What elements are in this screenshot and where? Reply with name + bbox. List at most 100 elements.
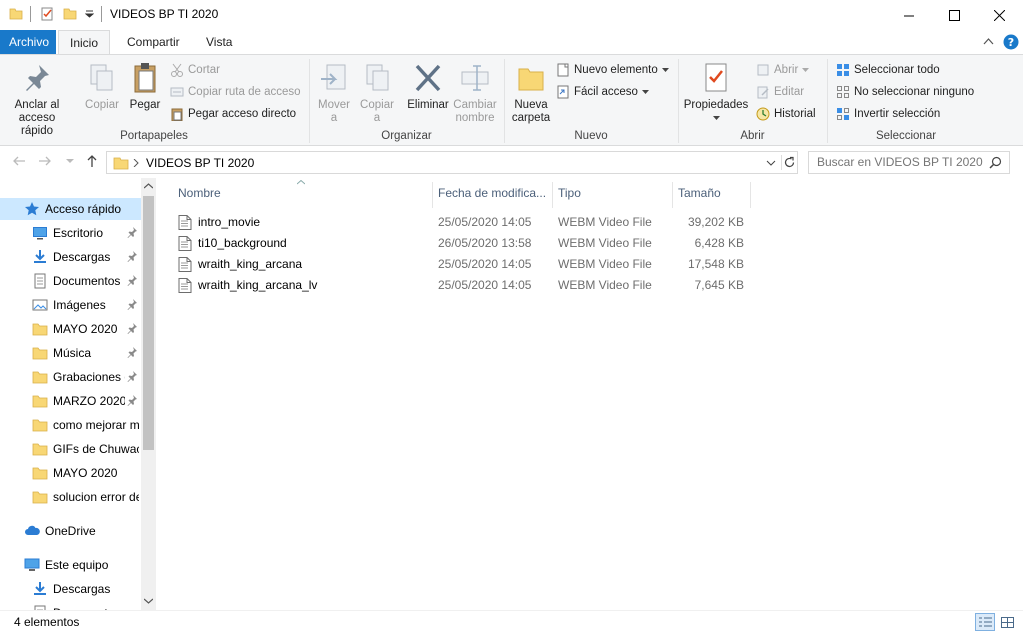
address-bar[interactable]: VIDEOS BP TI 2020	[106, 151, 798, 174]
nav-scrollbar[interactable]	[141, 178, 156, 610]
forward-arrow-icon[interactable]	[38, 155, 52, 167]
new-folder-label-1: Nueva	[514, 99, 548, 111]
rename-button[interactable]: Cambiar nombre	[452, 61, 498, 125]
collapse-ribbon-icon[interactable]	[983, 37, 994, 45]
nav-item[interactable]: GIFs de Chuwaca	[0, 438, 141, 460]
help-icon[interactable]: ?	[1003, 34, 1019, 50]
scroll-up-icon[interactable]	[144, 183, 153, 189]
scroll-down-icon[interactable]	[144, 598, 153, 604]
customize-qat-icon[interactable]	[85, 10, 94, 18]
file-size: 7,645 KB	[694, 278, 744, 292]
chevron-down-icon	[712, 116, 720, 120]
column-header-name[interactable]: Nombre	[172, 184, 432, 206]
new-item-button[interactable]: Nuevo elemento	[556, 60, 669, 80]
column-header-type[interactable]: Tipo	[552, 184, 672, 206]
cut-label: Cortar	[188, 64, 220, 76]
nav-item[interactable]: solucion error de	[0, 486, 141, 508]
column-divider[interactable]	[750, 182, 751, 208]
nav-scroll-thumb[interactable]	[143, 196, 154, 450]
up-arrow-icon[interactable]	[86, 154, 98, 168]
pin-quick-access-button[interactable]: Anclar al acceso rápido	[6, 61, 68, 138]
search-icon[interactable]	[989, 156, 1002, 169]
nav-item[interactable]: Descargas	[0, 246, 141, 268]
cut-button[interactable]: Cortar	[170, 60, 220, 80]
cloud-icon	[25, 525, 40, 535]
search-input[interactable]	[817, 155, 987, 169]
refresh-icon[interactable]	[783, 156, 796, 169]
column-header-date[interactable]: Fecha de modifica...	[432, 184, 552, 206]
folder-icon	[9, 8, 23, 20]
large-icons-view-button[interactable]	[997, 613, 1017, 631]
paste-shortcut-button[interactable]: Pegar acceso directo	[170, 104, 296, 124]
invert-selection-icon	[837, 108, 849, 120]
file-row[interactable]: ti10_background 26/05/2020 13:58 WEBM Vide…	[172, 233, 748, 254]
tab-inicio[interactable]: Inicio	[58, 30, 110, 55]
file-type: WEBM Video File	[558, 278, 652, 292]
details-view-button[interactable]	[975, 613, 995, 631]
paste-button[interactable]: Pegar	[126, 61, 164, 112]
ribbon-tabs: Archivo Inicio Compartir Vista ?	[0, 30, 1023, 55]
tab-vista[interactable]: Vista	[197, 30, 241, 54]
copy-button[interactable]: Copiar	[82, 61, 122, 112]
delete-button[interactable]: Eliminar	[404, 61, 452, 112]
video-file-icon	[178, 257, 192, 272]
ribbon: Anclar al acceso rápido Copiar Pegar Cor…	[0, 54, 1023, 146]
address-dropdown-icon[interactable]	[766, 160, 776, 166]
nav-item[interactable]: Música	[0, 342, 141, 364]
nav-item[interactable]: MARZO 2020	[0, 390, 141, 412]
new-folder-quick-icon[interactable]	[63, 6, 77, 20]
folder-icon	[113, 157, 129, 170]
new-folder-button[interactable]: Nueva carpeta	[508, 61, 554, 125]
file-row[interactable]: wraith_king_arcana 25/05/2020 14:05 WEBM V…	[172, 254, 748, 275]
nav-item[interactable]: Documentos	[0, 270, 141, 292]
close-button[interactable]	[976, 0, 1022, 30]
new-item-icon	[557, 63, 569, 77]
nav-item[interactable]: como mejorar mi pc	[0, 414, 141, 436]
minimize-button[interactable]	[886, 0, 932, 30]
back-arrow-icon[interactable]	[12, 155, 26, 167]
chevron-right-icon[interactable]	[133, 159, 139, 167]
file-row[interactable]: intro_movie 25/05/2020 14:05 WEBM Video Fi…	[172, 212, 748, 233]
select-all-button[interactable]: Seleccionar todo	[836, 60, 940, 80]
nav-item[interactable]: Documentos	[0, 602, 141, 610]
move-to-icon	[321, 64, 346, 90]
video-file-icon	[178, 215, 192, 230]
open-button[interactable]: Abrir	[756, 60, 810, 80]
nav-item-label: Escritorio	[53, 226, 104, 240]
nav-item[interactable]: Imágenes	[0, 294, 141, 316]
recent-locations-icon[interactable]	[66, 159, 74, 164]
copy-path-button[interactable]: Copiar ruta de acceso	[170, 82, 301, 102]
file-name: wraith_king_arcana_lv	[198, 278, 318, 292]
invert-selection-button[interactable]: Invertir selección	[836, 104, 940, 124]
address-path[interactable]: VIDEOS BP TI 2020	[146, 156, 254, 170]
nav-item[interactable]: Acceso rápido	[0, 198, 141, 220]
search-box[interactable]	[808, 151, 1010, 174]
properties-button[interactable]: Propiedades	[682, 61, 750, 125]
edit-button[interactable]: Editar	[756, 82, 804, 102]
nav-item-label: solucion error de	[53, 490, 139, 504]
history-button[interactable]: Historial	[756, 104, 816, 124]
properties-quick-icon[interactable]	[40, 6, 55, 21]
chevron-down-icon	[641, 89, 649, 94]
file-row[interactable]: wraith_king_arcana_lv 25/05/2020 14:05 WEB…	[172, 275, 748, 296]
tab-compartir[interactable]: Compartir	[118, 30, 189, 54]
nav-item[interactable]: MAYO 2020	[0, 318, 141, 340]
nav-item[interactable]: Grabaciones de pantalla	[0, 366, 141, 388]
nav-item[interactable]: OneDrive	[0, 520, 141, 542]
pin-label-1: Anclar al	[14, 99, 60, 111]
nav-item[interactable]: Descargas	[0, 578, 141, 600]
copy-to-button[interactable]: Copiar a	[356, 61, 398, 125]
address-row: VIDEOS BP TI 2020	[0, 147, 1023, 178]
move-to-button[interactable]: Mover a	[314, 61, 354, 125]
nav-item[interactable]: Escritorio	[0, 222, 141, 244]
select-none-button[interactable]: No seleccionar ninguno	[836, 82, 974, 102]
tab-archivo[interactable]: Archivo	[0, 30, 56, 54]
maximize-button[interactable]	[931, 0, 977, 30]
nav-item[interactable]: MAYO 2020	[0, 462, 141, 484]
history-label: Historial	[774, 108, 816, 120]
nav-item[interactable]: Este equipo	[0, 554, 141, 576]
easy-access-button[interactable]: Fácil acceso	[556, 82, 649, 102]
large-icons-view-icon	[1000, 616, 1014, 628]
column-header-size[interactable]: Tamaño	[672, 184, 750, 206]
documents-icon	[34, 273, 46, 289]
